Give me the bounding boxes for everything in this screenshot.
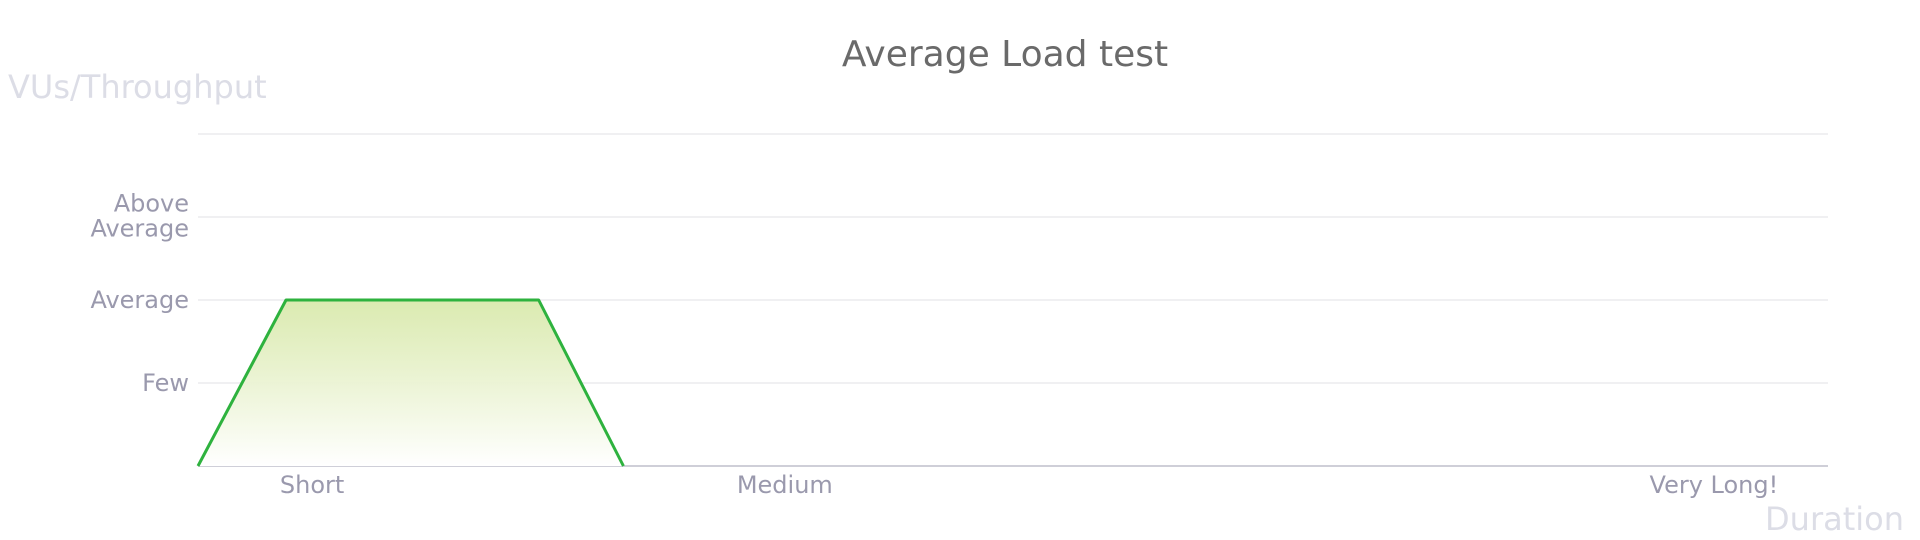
y-axis-title: VUs/Throughput xyxy=(8,68,267,106)
x-tick-label: Short xyxy=(280,471,344,499)
y-tick-label: Above Average xyxy=(90,190,189,243)
x-tick-label: Medium xyxy=(737,471,833,499)
area-layer xyxy=(196,298,625,467)
y-tick-label: Few xyxy=(142,369,189,397)
x-tick-label: Very Long! xyxy=(1650,471,1779,499)
chart: Few Average Above Average Short Medium Very Lo… xyxy=(0,0,1920,540)
x-axis-title: Duration xyxy=(1765,500,1904,538)
chart-svg: Few Average Above Average Short Medium Very Lo… xyxy=(8,34,1904,538)
series-area xyxy=(198,300,624,466)
y-tick-label: Average xyxy=(90,286,189,314)
chart-title: Average Load test xyxy=(842,34,1168,75)
